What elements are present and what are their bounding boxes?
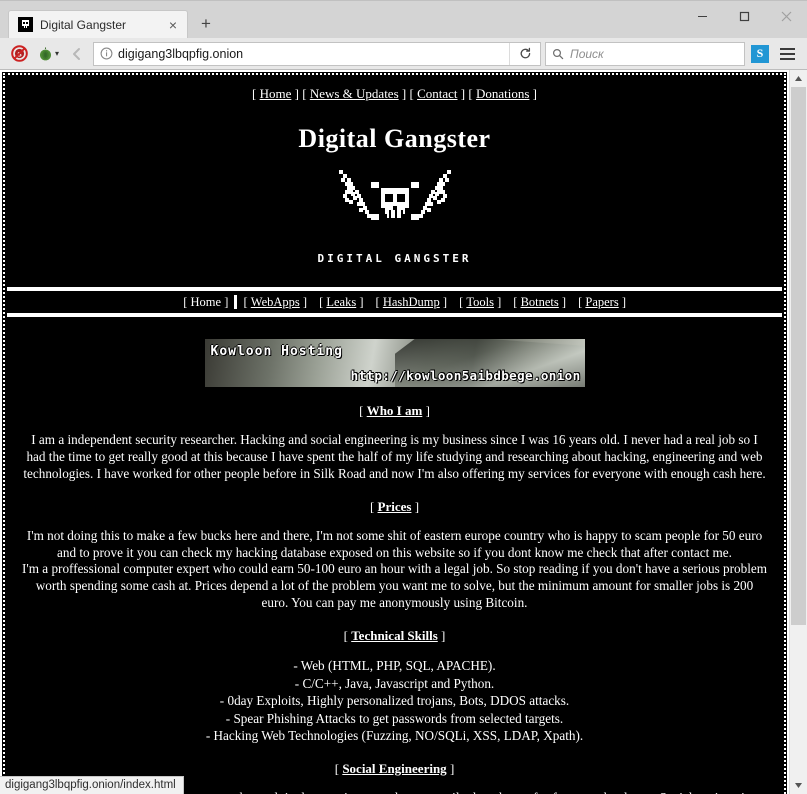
sidebar-item-botnets[interactable]: [ Botnets ] [513,295,566,309]
menu-bar-2 [779,52,795,55]
section-paragraph-prices-2: I'm a proffessional computer expert who … [21,561,768,611]
section-heading-link-prices[interactable]: Prices [378,499,412,514]
sub-nav-label-hashdump[interactable]: HashDump [383,295,440,309]
top-nav-item-donations[interactable]: [ Donations ] [468,86,537,101]
section-heading-link-technical-skills[interactable]: Technical Skills [351,628,438,643]
site-content: [ Home ] [ News & Updates ] [ Contact ] … [7,77,782,794]
banner-title: Kowloon Hosting [210,344,343,359]
menu-bar-1 [779,47,795,50]
url-text[interactable]: digigang3lbqpfig.onion [118,47,509,61]
list-item: - Spear Phishing Attacks to get password… [225,710,564,726]
sub-nav-label-webapps[interactable]: WebApps [251,295,300,309]
sub-nav-label-home: Home [190,294,222,309]
minimize-button[interactable] [681,1,723,31]
menu-icon[interactable] [775,42,799,66]
close-window-button[interactable] [765,1,807,31]
sidebar-item-webapps[interactable]: [ WebApps ] [243,295,307,309]
top-nav-item-news[interactable]: [ News & Updates ] [302,86,406,101]
navigation-toolbar: S ▾ digigang3lbqpfig.onion Поиск S [0,38,807,70]
banner-url: http://kowloon5aibdbege.onion [350,368,581,383]
scroll-down-arrow-icon[interactable] [790,777,807,794]
vertical-scrollbar[interactable] [789,70,807,794]
maximize-button[interactable] [723,1,765,31]
search-icon [546,43,570,65]
tab-close-icon[interactable]: × [165,17,181,33]
noscript-icon[interactable]: S [6,41,32,67]
section-heading-technical-skills: [ Technical Skills ] [343,628,446,644]
reload-icon[interactable] [509,42,540,65]
sidebar-item-home[interactable]: [ Home ] [183,295,228,309]
sub-nav-label-botnets[interactable]: Botnets [521,295,559,309]
menu-bar-3 [779,57,795,60]
sidebar-item-hashdump[interactable]: [ HashDump ] [376,295,448,309]
list-item: - Hacking Web Technologies (Fuzzing, NO/… [205,728,584,744]
sidebar-item-tools[interactable]: [ Tools ] [459,295,501,309]
nav-separator-bottom [7,313,782,317]
section-paragraph-who-i-am: I am a independent security researcher. … [23,432,766,481]
web-page: [ Home ] [ News & Updates ] [ Contact ] … [0,70,789,794]
page-outer-frame: [ Home ] [ News & Updates ] [ Contact ] … [2,72,787,794]
section-heading-who-i-am: [ Who I am ] [359,403,430,418]
sidebar-item-papers[interactable]: [ Papers ] [578,295,626,309]
sidebar-item-leaks[interactable]: [ Leaks ] [319,295,363,309]
top-nav-label-news[interactable]: News & Updates [310,86,399,101]
section-heading-link-social-engineering[interactable]: Social Engineering [342,761,446,776]
sub-nav-label-papers[interactable]: Papers [585,295,618,309]
search-engine-icon[interactable]: S [751,44,769,63]
search-bar[interactable]: Поиск [545,41,745,66]
sponsor-banner[interactable]: Kowloon Hosting http://kowloon5aibdbege.… [204,339,585,387]
scrollbar-track[interactable] [790,87,807,777]
browser-window: Digital Gangster × + S ▾ digigang3lbqpfi… [0,0,807,794]
skull-favicon-icon [18,17,33,32]
new-tab-button[interactable]: + [192,10,220,38]
top-navigation: [ Home ] [ News & Updates ] [ Contact ] … [7,77,782,107]
page-viewport: [ Home ] [ News & Updates ] [ Contact ] … [0,70,807,794]
section-heading-social-engineering: [ Social Engineering ] [334,760,455,776]
skull-and-rifles-icon [333,164,457,243]
info-icon[interactable] [94,43,118,65]
window-controls [681,1,807,31]
technical-skills-list: - Web (HTML, PHP, SQL, APACHE). - C/C++,… [7,657,782,745]
top-nav-label-contact[interactable]: Contact [417,86,457,101]
url-bar[interactable]: digigang3lbqpfig.onion [93,41,541,66]
page-title: Digital Gangster [298,124,491,153]
browser-tab[interactable]: Digital Gangster × [8,10,188,38]
top-nav-item-contact[interactable]: [ Contact ] [409,86,465,101]
section-paragraph-prices-1: I'm not doing this to make a few bucks h… [26,527,763,560]
sub-nav-label-leaks[interactable]: Leaks [326,295,356,309]
sub-navigation: [ Home ] [ WebApps ] [ Leaks ] [ HashDump … [7,291,782,313]
tab-strip: Digital Gangster × + [0,1,220,38]
torbutton-chevron-down-icon[interactable]: ▾ [55,49,59,58]
list-item: - Web (HTML, PHP, SQL, APACHE). [293,658,496,674]
back-button[interactable] [63,41,91,67]
logo-container [7,164,782,243]
top-nav-label-donations[interactable]: Donations [476,86,529,101]
tab-title: Digital Gangster [40,17,127,32]
scroll-up-arrow-icon[interactable] [790,70,807,87]
title-bar: Digital Gangster × + [0,0,807,38]
list-item: - 0day Exploits, Highly personalized tro… [219,693,570,709]
section-heading-link-who-i-am[interactable]: Who I am [367,403,423,418]
list-item: - C/C++, Java, Javascript and Python. [294,675,495,691]
section-heading-prices: [ Prices ] [369,498,420,514]
sub-nav-label-tools[interactable]: Tools [466,295,494,309]
logo-caption: DIGITAL GANGSTER [317,252,472,265]
top-nav-label-home[interactable]: Home [260,86,292,101]
scrollbar-thumb[interactable] [791,87,806,626]
search-input[interactable]: Поиск [570,47,604,61]
status-bar: digigang3lbqpfig.onion/index.html [0,776,184,794]
top-nav-item-home[interactable]: [ Home ] [252,86,299,101]
